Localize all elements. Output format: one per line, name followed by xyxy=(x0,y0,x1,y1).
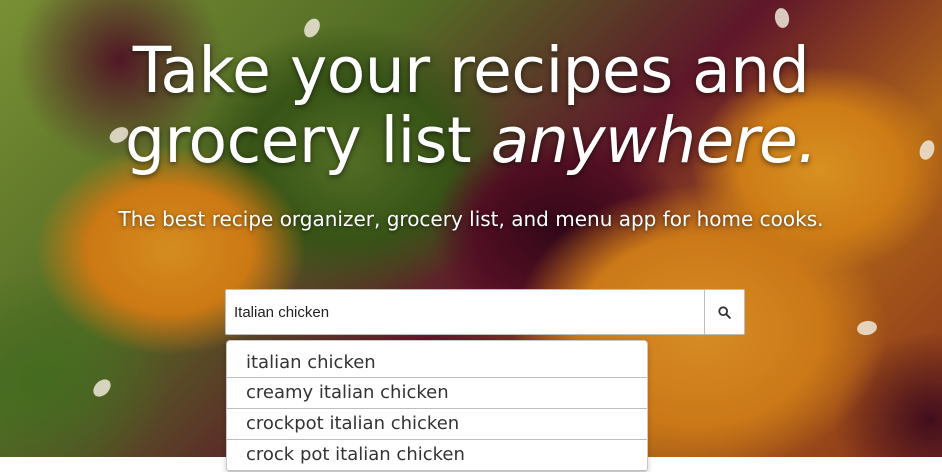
suggestion-item[interactable]: crockpot italian chicken xyxy=(227,409,647,440)
suggestion-item[interactable]: italian chicken xyxy=(227,341,647,378)
search-button[interactable] xyxy=(704,289,745,335)
suggestion-item[interactable]: creamy italian chicken xyxy=(227,378,647,409)
hero-subtitle: The best recipe organizer, grocery list,… xyxy=(118,207,824,231)
autocomplete-dropdown: italian chicken creamy italian chicken c… xyxy=(226,340,648,472)
search-bar xyxy=(225,289,745,335)
hero-headline: Take your recipes and grocery list anywh… xyxy=(0,36,942,176)
headline-emphasis: anywhere. xyxy=(490,104,818,177)
search-input[interactable] xyxy=(225,289,704,335)
suggestion-item[interactable]: crock pot italian chicken xyxy=(227,440,647,471)
search-icon xyxy=(718,305,731,319)
headline-line-2: grocery list xyxy=(125,104,491,177)
headline-line-1: Take your recipes and xyxy=(132,34,810,107)
